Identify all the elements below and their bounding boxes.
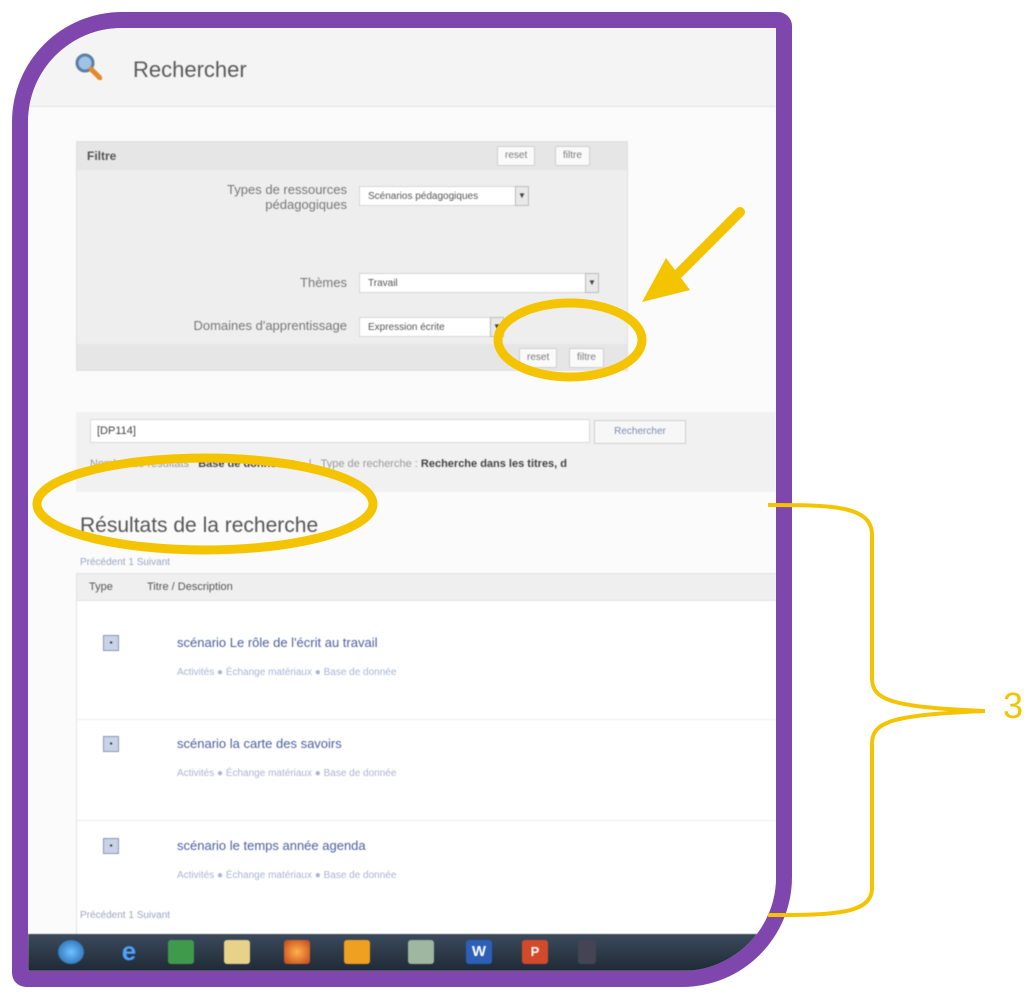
- arrow-annotation: [642, 207, 745, 302]
- highlight-ellipse-filter: [493, 298, 647, 382]
- highlight-ellipse-results: [32, 453, 378, 555]
- bracket-annotation: [767, 503, 986, 917]
- annotation-layer: [32, 207, 986, 917]
- annotation-number: 3: [1003, 685, 1024, 726]
